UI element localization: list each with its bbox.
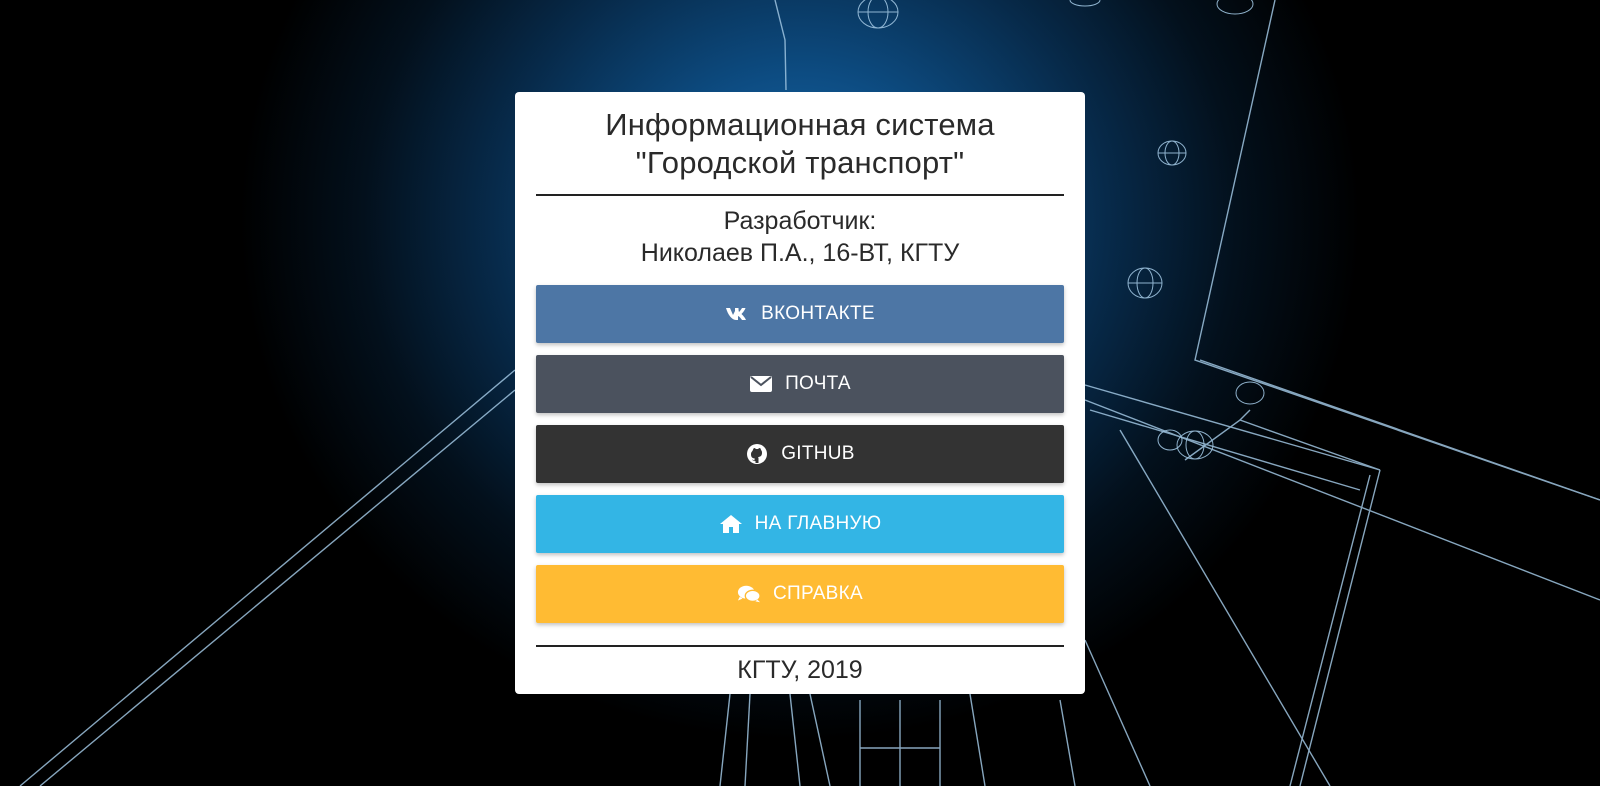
title-line-1: Информационная система bbox=[605, 107, 995, 142]
page-title: Информационная система "Городской трансп… bbox=[536, 106, 1064, 182]
vk-button[interactable]: ВКОНТАКТЕ bbox=[536, 285, 1064, 343]
title-divider bbox=[536, 194, 1064, 196]
mail-button[interactable]: ПОЧТА bbox=[536, 355, 1064, 413]
home-icon bbox=[719, 512, 743, 536]
help-button-label: СПРАВКА bbox=[773, 583, 863, 604]
vk-button-label: ВКОНТАКТЕ bbox=[761, 303, 875, 324]
info-card: Информационная система "Городской трансп… bbox=[515, 92, 1085, 694]
home-button[interactable]: НА ГЛАВНУЮ bbox=[536, 495, 1064, 553]
vk-icon bbox=[725, 302, 749, 326]
footer-text: КГТУ, 2019 bbox=[737, 656, 863, 684]
comments-icon bbox=[737, 582, 761, 606]
developer-label: Разработчик: bbox=[723, 207, 877, 235]
title-line-2: "Городской транспорт" bbox=[635, 145, 965, 180]
footer-divider bbox=[536, 645, 1064, 647]
help-button[interactable]: СПРАВКА bbox=[536, 565, 1064, 623]
developer-value: Николаев П.А., 16-ВТ, КГТУ bbox=[640, 239, 960, 267]
envelope-icon bbox=[749, 372, 773, 396]
github-icon bbox=[745, 442, 769, 466]
mail-button-label: ПОЧТА bbox=[785, 373, 851, 394]
github-button-label: GITHUB bbox=[781, 443, 855, 464]
home-button-label: НА ГЛАВНУЮ bbox=[754, 513, 882, 534]
developer-info: Разработчик: Николаев П.А., 16-ВТ, КГТУ bbox=[536, 205, 1064, 269]
github-button[interactable]: GITHUB bbox=[536, 425, 1064, 483]
